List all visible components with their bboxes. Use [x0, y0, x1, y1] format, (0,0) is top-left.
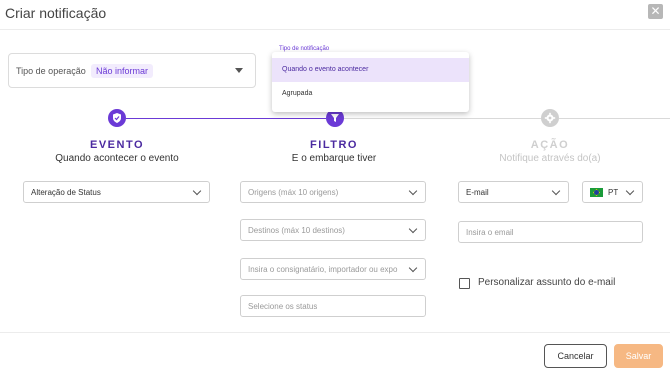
step-acao-subtitle: Notifique através do(a): [499, 153, 601, 164]
operation-type-select[interactable]: Tipo de operação Não informar: [8, 53, 256, 88]
custom-subject-checkbox[interactable]: [459, 278, 470, 289]
destinations-select[interactable]: Destinos (máx 10 destinos): [240, 219, 426, 241]
step-evento-title: EVENTO: [89, 139, 145, 151]
option-quando-o-evento-acontecer[interactable]: Quando o evento acontecer: [272, 58, 469, 82]
stepper-line-3: [559, 118, 670, 119]
language-value: PT: [608, 188, 619, 197]
operation-type-value: Não informar: [91, 64, 154, 78]
close-icon[interactable]: ✕: [648, 4, 663, 19]
chevron-down-icon: [625, 186, 635, 196]
operation-type-label: Tipo de operação: [16, 66, 86, 76]
event-select-value: Alteração de Status: [31, 188, 101, 197]
chevron-down-icon: [408, 224, 418, 234]
language-select[interactable]: PT: [582, 181, 643, 203]
brazil-flag-icon: [590, 188, 603, 197]
origins-select[interactable]: Origens (máx 10 origens): [240, 181, 426, 203]
email-input[interactable]: Insira o email: [458, 221, 643, 243]
channel-value: E-mail: [466, 188, 489, 197]
option-agrupada[interactable]: Agrupada: [272, 82, 469, 106]
chevron-down-icon: [192, 186, 202, 196]
notification-type-dropdown: Quando o evento acontecer Agrupada: [272, 52, 469, 112]
destinations-placeholder: Destinos (máx 10 destinos): [248, 226, 345, 235]
channel-select[interactable]: E-mail: [458, 181, 569, 203]
stepper-line-2: [343, 118, 541, 119]
header-divider: [0, 29, 670, 30]
status-placeholder: Selecione os status: [248, 302, 318, 311]
status-select[interactable]: Selecione os status: [240, 295, 426, 317]
step-acao-title: AÇÃO: [530, 139, 570, 151]
modal-title: Criar notificação: [5, 5, 107, 21]
step-evento-subtitle: Quando acontecer o evento: [55, 153, 179, 164]
step-filtro-title: FILTRO: [310, 139, 358, 151]
chevron-down-icon: [408, 263, 418, 273]
save-button[interactable]: Salvar: [614, 344, 663, 368]
cancel-button[interactable]: Cancelar: [544, 344, 607, 368]
caret-down-icon: [235, 68, 243, 73]
consignee-select[interactable]: Insira o consignatário, importador ou ex…: [240, 258, 426, 280]
footer-divider: [0, 332, 670, 333]
step-filtro-subtitle: E o embarque tiver: [291, 153, 377, 164]
email-placeholder: Insira o email: [466, 228, 514, 237]
custom-subject-label: Personalizar assunto do e-mail: [478, 277, 616, 288]
chevron-down-icon: [551, 186, 561, 196]
consignee-placeholder: Insira o consignatário, importador ou ex…: [248, 265, 398, 274]
step-acao-gear-icon: [541, 109, 559, 127]
origins-placeholder: Origens (máx 10 origens): [248, 188, 339, 197]
chevron-down-icon: [408, 186, 418, 196]
step-evento-shield-icon: [108, 109, 126, 127]
stepper-line-1: [126, 118, 326, 119]
event-select[interactable]: Alteração de Status: [23, 181, 210, 203]
